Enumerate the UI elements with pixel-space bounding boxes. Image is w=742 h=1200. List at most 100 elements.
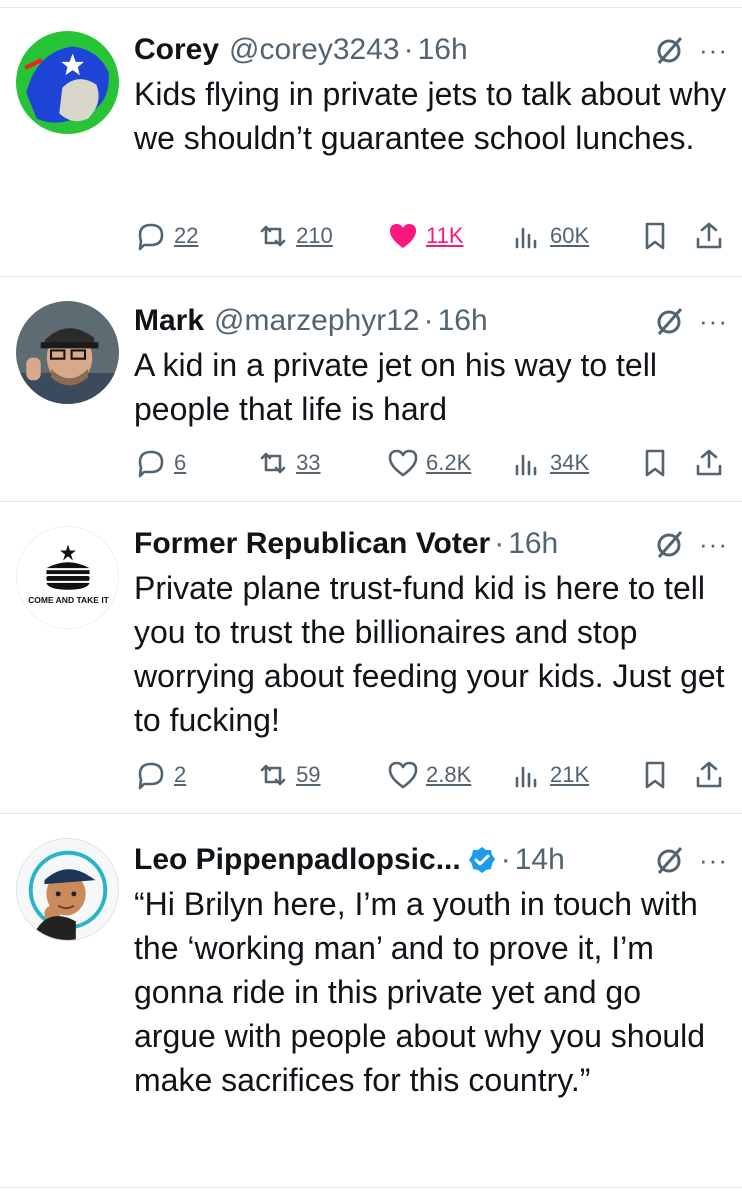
share-icon <box>696 449 722 476</box>
heart-icon <box>388 761 418 789</box>
retweet-button[interactable]: 210 <box>256 219 386 253</box>
author-name[interactable]: Corey <box>134 33 219 67</box>
tweet-text: Private plane trust-fund kid is here to … <box>134 570 725 738</box>
author-handle[interactable]: @marzephyr12 <box>214 304 420 338</box>
avatar[interactable] <box>16 301 119 404</box>
header-actions: ··· <box>653 34 728 66</box>
tweet[interactable]: Leo Pippenpadlopsic... · 14h ··· “Hi Bri… <box>0 814 742 1188</box>
reply-count: 2 <box>174 762 187 787</box>
tweet-content: Former Republican Voter · 16h ··· Privat… <box>134 522 728 742</box>
share-button[interactable] <box>692 219 726 253</box>
reply-count: 6 <box>174 450 187 475</box>
tweet-content: Corey @corey3243 · 16h ··· Kids flying i… <box>134 28 728 160</box>
header-actions: ··· <box>653 844 728 876</box>
more-options-icon[interactable]: ··· <box>699 847 728 873</box>
heart-icon <box>388 449 418 477</box>
tweet-content: Leo Pippenpadlopsic... · 14h ··· “Hi Bri… <box>134 838 728 1102</box>
separator-dot: · <box>403 33 414 66</box>
grok-icon[interactable] <box>653 34 685 66</box>
views-count: 34K <box>550 450 590 475</box>
heart-filled-icon <box>390 224 416 248</box>
timestamp[interactable]: 16h <box>438 304 488 338</box>
tweet-content: Mark @marzephyr12 · 16h ··· A kid in a p… <box>134 299 728 431</box>
like-count: 2.8K <box>426 762 472 787</box>
avatar[interactable] <box>16 838 119 941</box>
timestamp[interactable]: 14h <box>515 843 565 877</box>
timestamp[interactable]: 16h <box>508 527 558 561</box>
header-actions: ··· <box>653 528 728 560</box>
bookmark-icon <box>645 449 665 477</box>
views-icon <box>515 766 537 788</box>
separator-dot: · <box>500 843 511 876</box>
grok-icon[interactable] <box>653 844 685 876</box>
retweet-icon <box>260 225 286 247</box>
more-options-icon[interactable]: ··· <box>699 308 728 334</box>
tweet[interactable]: COME AND TAKE IT Former Republican Voter… <box>0 502 742 814</box>
tweet-header: Former Republican Voter · 16h ··· <box>134 522 728 566</box>
views-button[interactable]: 60K <box>510 219 638 253</box>
retweet-count: 59 <box>296 762 321 787</box>
reply-button[interactable]: 2 <box>134 758 256 792</box>
avatar[interactable] <box>16 31 119 134</box>
bookmark-button[interactable] <box>638 219 672 253</box>
like-count: 6.2K <box>426 450 472 475</box>
retweet-icon <box>260 452 286 474</box>
like-count: 11K <box>426 223 464 248</box>
tweet-header: Leo Pippenpadlopsic... · 14h ··· <box>134 838 728 882</box>
author-handle[interactable]: @corey3243 <box>229 33 400 67</box>
views-button[interactable]: 34K <box>510 446 638 480</box>
tweet[interactable]: Corey @corey3243 · 16h ··· Kids flying i… <box>0 0 742 277</box>
retweet-button[interactable]: 33 <box>256 446 386 480</box>
retweet-count: 210 <box>296 223 333 248</box>
views-icon <box>515 454 537 476</box>
share-icon <box>696 222 722 249</box>
tweet-header: Mark @marzephyr12 · 16h ··· <box>134 299 728 343</box>
separator-dot: · <box>494 527 505 560</box>
tweet-header: Corey @corey3243 · 16h ··· <box>134 28 728 72</box>
bookmark-icon <box>645 761 665 789</box>
verified-badge-icon <box>468 847 495 873</box>
retweet-button[interactable]: 59 <box>256 758 386 792</box>
share-icon <box>696 761 722 788</box>
reply-icon <box>138 223 164 251</box>
reply-icon <box>138 762 164 790</box>
reply-button[interactable]: 6 <box>134 446 256 480</box>
author-name[interactable]: Leo Pippenpadlopsic... <box>134 843 461 877</box>
tweet-actions: 6 33 6.2K 34K <box>134 443 726 483</box>
like-button[interactable]: 2.8K <box>386 758 510 792</box>
like-button[interactable]: 6.2K <box>386 446 510 480</box>
views-count: 21K <box>550 762 590 787</box>
reply-button[interactable]: 22 <box>134 219 256 253</box>
separator-dot: · <box>423 304 434 337</box>
avatar-caption: COME AND TAKE IT <box>28 595 109 605</box>
reply-icon <box>138 450 164 478</box>
more-options-icon[interactable]: ··· <box>699 531 728 557</box>
timestamp[interactable]: 16h <box>418 33 468 67</box>
tweet-actions: 2 59 2.8K 21K <box>134 755 726 795</box>
views-count: 60K <box>550 223 590 248</box>
tweet[interactable]: Mark @marzephyr12 · 16h ··· A kid in a p… <box>0 277 742 502</box>
author-name[interactable]: Former Republican Voter <box>134 527 490 561</box>
avatar[interactable]: COME AND TAKE IT <box>16 526 119 629</box>
retweet-icon <box>260 764 286 786</box>
views-button[interactable]: 21K <box>510 758 638 792</box>
views-icon <box>515 227 537 249</box>
more-options-icon[interactable]: ··· <box>699 37 728 63</box>
grok-icon[interactable] <box>653 305 685 337</box>
header-actions: ··· <box>653 305 728 337</box>
bookmark-icon <box>645 222 665 250</box>
share-button[interactable] <box>692 446 726 480</box>
tweet-text: A kid in a private jet on his way to tel… <box>134 347 657 427</box>
tweet-feed: Corey @corey3243 · 16h ··· Kids flying i… <box>0 0 742 1188</box>
bookmark-button[interactable] <box>638 758 672 792</box>
grok-icon[interactable] <box>653 528 685 560</box>
divider <box>0 0 742 8</box>
author-name[interactable]: Mark <box>134 304 204 338</box>
tweet-actions: 22 210 11K 60K <box>134 216 726 256</box>
tweet-text: Kids flying in private jets to talk abou… <box>134 76 727 156</box>
like-button[interactable]: 11K <box>386 219 510 253</box>
retweet-count: 33 <box>296 450 321 475</box>
share-button[interactable] <box>692 758 726 792</box>
reply-count: 22 <box>174 223 199 248</box>
bookmark-button[interactable] <box>638 446 672 480</box>
